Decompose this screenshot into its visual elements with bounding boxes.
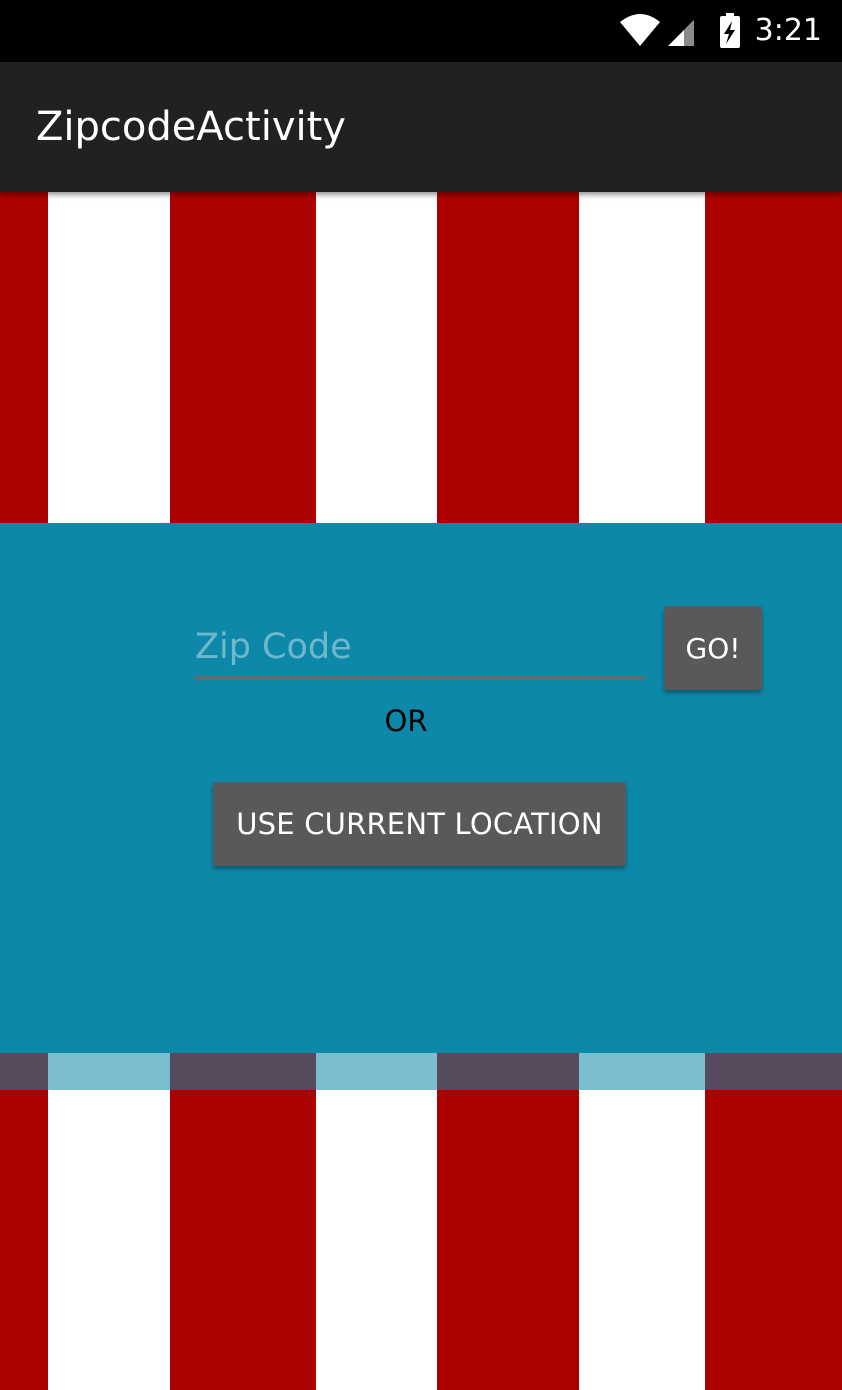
zip-code-input[interactable] <box>195 618 645 680</box>
wifi-icon <box>620 14 660 46</box>
use-current-location-button[interactable]: USE CURRENT LOCATION <box>213 782 626 866</box>
app-title: ZipcodeActivity <box>36 104 346 150</box>
go-button[interactable]: GO! <box>664 606 762 690</box>
app-bar: ZipcodeActivity <box>0 62 842 192</box>
signal-empty-icon <box>684 20 694 46</box>
status-time: 3:21 <box>754 13 822 48</box>
status-bar: 3:21 <box>0 0 842 62</box>
panel-overlay-band <box>0 1053 842 1090</box>
status-icons <box>620 13 740 48</box>
battery-charging-icon <box>720 13 740 48</box>
or-label: OR <box>384 704 428 738</box>
